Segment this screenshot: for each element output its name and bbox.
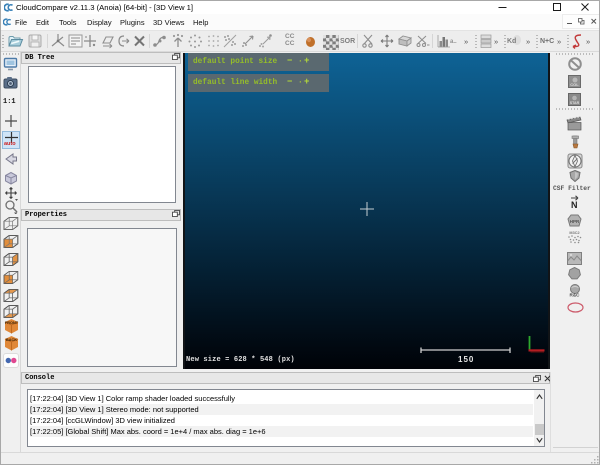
svg-text:FRONT: FRONT xyxy=(5,321,19,325)
svg-text:HPR: HPR xyxy=(570,219,580,224)
svg-text:COL: COL xyxy=(570,82,579,87)
svg-text:M3C2: M3C2 xyxy=(569,231,579,235)
svg-text:STAR: STAR xyxy=(570,101,580,105)
svg-text:BACK: BACK xyxy=(6,338,17,342)
svg-text:R&C: R&C xyxy=(570,293,581,298)
